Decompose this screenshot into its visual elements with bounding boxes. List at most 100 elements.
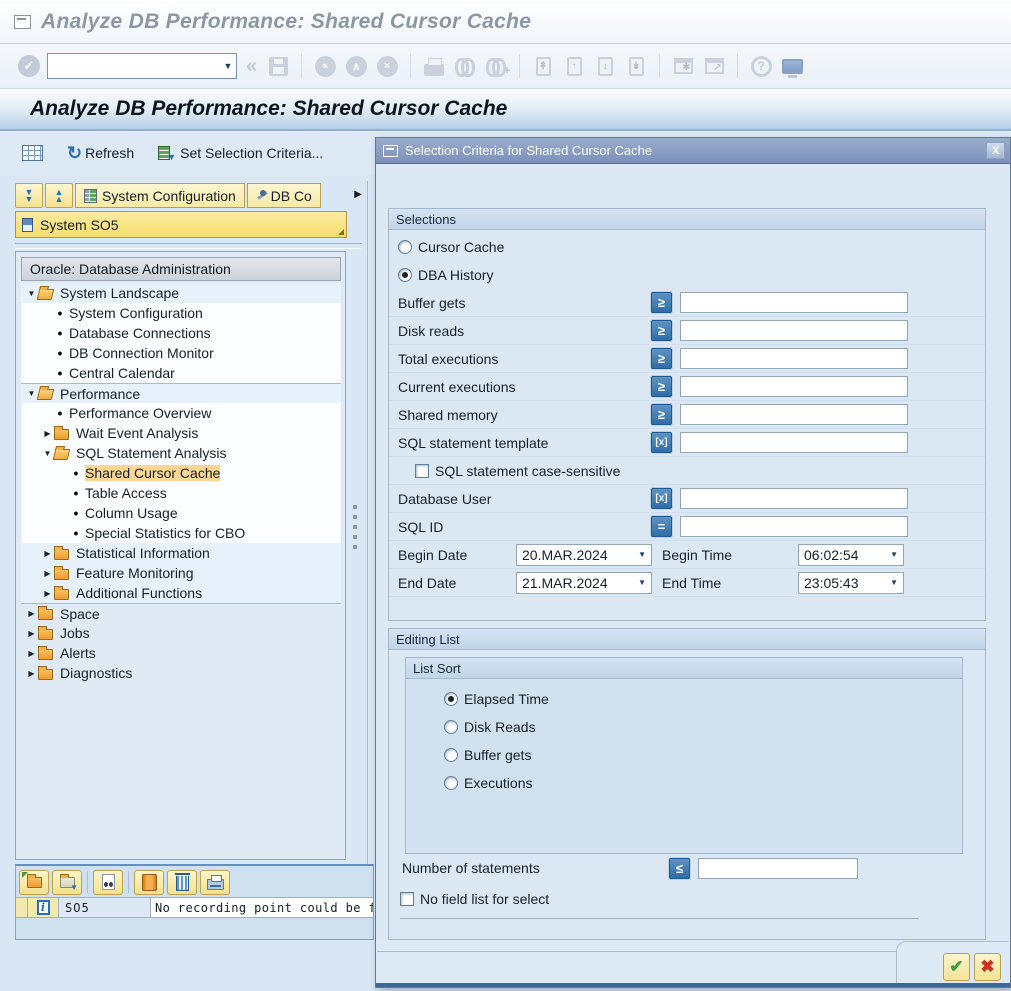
tree-item-performance[interactable]: ▼Performance xyxy=(21,383,341,403)
tree-item-alerts[interactable]: ▶Alerts xyxy=(21,643,341,663)
checkbox-icon[interactable] xyxy=(415,464,429,478)
command-dropdown-icon[interactable]: ▼ xyxy=(220,61,236,71)
number-of-statements-input[interactable] xyxy=(698,858,858,879)
end-time-combo[interactable]: 23:05:43▼ xyxy=(798,572,904,594)
expand-icon[interactable]: ▶ xyxy=(25,669,38,678)
tree-item-system-landscape[interactable]: ▼System Landscape xyxy=(21,283,341,303)
tree-item-wait-event-analysis[interactable]: ▶Wait Event Analysis xyxy=(21,423,341,443)
radio-selected-icon[interactable] xyxy=(444,692,458,706)
tree-item-additional-functions[interactable]: ▶Additional Functions xyxy=(21,583,341,603)
pattern-operator-icon[interactable]: [x] xyxy=(651,488,672,509)
save-button[interactable] xyxy=(266,53,290,79)
gui-settings-button[interactable] xyxy=(780,53,804,79)
collapse-icon[interactable]: ▼ xyxy=(25,389,38,398)
sql-id-input[interactable] xyxy=(680,516,908,537)
collapse-all-button[interactable]: ▲▲ xyxy=(45,183,73,208)
tree-item-central-calendar[interactable]: •Central Calendar xyxy=(21,363,341,383)
disk-reads-input[interactable] xyxy=(680,320,908,341)
display-details-button[interactable] xyxy=(93,870,123,895)
expand-icon[interactable]: ▶ xyxy=(41,569,54,578)
help-button[interactable]: ? xyxy=(749,53,773,79)
tree-item-sql-statement-analysis[interactable]: ▼SQL Statement Analysis xyxy=(21,443,341,463)
collapse-icon[interactable]: ▼ xyxy=(41,449,54,458)
sort-radio-disk-reads[interactable]: Disk Reads xyxy=(444,713,962,741)
tab-scroll-right-icon[interactable]: ▶ xyxy=(354,189,362,200)
table-view-icon[interactable] xyxy=(22,145,43,161)
checkbox-icon[interactable] xyxy=(400,892,414,906)
page-down-button[interactable]: ↓ xyxy=(593,53,617,79)
find-next-button[interactable]: + xyxy=(484,53,508,79)
find-button[interactable] xyxy=(453,53,477,79)
database-user-input[interactable] xyxy=(680,488,908,509)
tab-system-configuration[interactable]: System Configuration xyxy=(75,183,245,208)
log-button[interactable] xyxy=(134,870,164,895)
tree-item-statistical-information[interactable]: ▶Statistical Information xyxy=(21,543,341,563)
set-selection-criteria-button[interactable]: Set Selection Criteria... xyxy=(158,145,323,161)
radio-unselected-icon[interactable] xyxy=(398,240,412,254)
delete-button[interactable] xyxy=(167,870,197,895)
tree-item-special-statistics-for-cbo[interactable]: •Special Statistics for CBO xyxy=(21,523,341,543)
equal-operator-icon[interactable]: = xyxy=(651,516,672,537)
pattern-operator-icon[interactable]: [x] xyxy=(651,432,672,453)
tree-item-system-configuration[interactable]: •System Configuration xyxy=(21,303,341,323)
radio-selected-icon[interactable] xyxy=(398,268,412,282)
back-button[interactable]: « xyxy=(313,53,337,79)
sql-statement-template-input[interactable] xyxy=(680,432,908,453)
tab-db-connections[interactable]: DB Co xyxy=(247,183,321,208)
greater-equal-operator-icon[interactable]: ≥ xyxy=(651,292,672,313)
cancel-button[interactable]: ✖ xyxy=(974,953,1001,981)
greater-equal-operator-icon[interactable]: ≥ xyxy=(651,320,672,341)
message-row[interactable]: iSO5No recording point could be foun xyxy=(16,897,373,918)
cancel-session-button[interactable]: × xyxy=(375,53,399,79)
panel-splitter[interactable] xyxy=(349,251,360,860)
tree-item-performance-overview[interactable]: •Performance Overview xyxy=(21,403,341,423)
tree-item-database-connections[interactable]: •Database Connections xyxy=(21,323,341,343)
tree-item-space[interactable]: ▶Space xyxy=(21,603,341,623)
begin-date-combo[interactable]: 20.MAR.2024▼ xyxy=(516,544,652,566)
tree-item-shared-cursor-cache[interactable]: •Shared Cursor Cache xyxy=(21,463,341,483)
new-session-button[interactable]: ✱ xyxy=(671,53,695,79)
current-executions-input[interactable] xyxy=(680,376,908,397)
refresh-button[interactable]: ↻Refresh xyxy=(67,145,134,161)
expand-icon[interactable]: ▶ xyxy=(25,629,38,638)
print-messages-button[interactable] xyxy=(200,870,230,895)
expand-icon[interactable]: ▶ xyxy=(25,649,38,658)
collapse-toolbar-icon[interactable]: « xyxy=(246,55,257,78)
page-up-button[interactable]: ↑ xyxy=(562,53,586,79)
filter-alert-button[interactable]: ▼ xyxy=(52,870,82,895)
row-selector-cell[interactable] xyxy=(16,898,28,917)
expand-icon[interactable]: ▶ xyxy=(41,549,54,558)
tree-item-jobs[interactable]: ▶Jobs xyxy=(21,623,341,643)
exit-button[interactable]: ∧ xyxy=(344,53,368,79)
tree-item-table-access[interactable]: •Table Access xyxy=(21,483,341,503)
sort-radio-buffer-gets[interactable]: Buffer gets xyxy=(444,741,962,769)
tree-item-column-usage[interactable]: •Column Usage xyxy=(21,503,341,523)
open-alert-button[interactable] xyxy=(19,870,49,895)
total-executions-input[interactable] xyxy=(680,348,908,369)
enter-icon[interactable]: ✓ xyxy=(18,55,40,77)
create-shortcut-button[interactable]: ↗ xyxy=(702,53,726,79)
end-date-combo[interactable]: 21.MAR.2024▼ xyxy=(516,572,652,594)
expand-all-button[interactable]: ▼▼ xyxy=(15,183,43,208)
radio-unselected-icon[interactable] xyxy=(444,748,458,762)
mode-radio-dba-history[interactable]: DBA History xyxy=(389,261,985,289)
mode-radio-cursor-cache[interactable]: Cursor Cache xyxy=(389,233,985,261)
system-selector[interactable]: System SO5 xyxy=(15,211,347,238)
command-input[interactable] xyxy=(48,56,220,76)
expand-icon[interactable]: ▶ xyxy=(25,609,38,618)
dialog-titlebar[interactable]: Selection Criteria for Shared Cursor Cac… xyxy=(376,138,1010,164)
expand-icon[interactable]: ▶ xyxy=(41,589,54,598)
collapse-icon[interactable]: ▼ xyxy=(25,289,38,298)
sort-radio-executions[interactable]: Executions xyxy=(444,769,962,797)
last-page-button[interactable]: ↡ xyxy=(624,53,648,79)
expand-icon[interactable]: ▶ xyxy=(41,429,54,438)
sort-radio-elapsed-time[interactable]: Elapsed Time xyxy=(444,685,962,713)
greater-equal-operator-icon[interactable]: ≥ xyxy=(651,376,672,397)
shared-memory-input[interactable] xyxy=(680,404,908,425)
less-equal-operator-icon[interactable]: ≤ xyxy=(669,858,690,879)
first-page-button[interactable]: ↟ xyxy=(531,53,555,79)
confirm-button[interactable]: ✔ xyxy=(943,953,970,981)
command-field[interactable]: ▼ xyxy=(47,53,237,79)
tree-item-db-connection-monitor[interactable]: •DB Connection Monitor xyxy=(21,343,341,363)
greater-equal-operator-icon[interactable]: ≥ xyxy=(651,348,672,369)
